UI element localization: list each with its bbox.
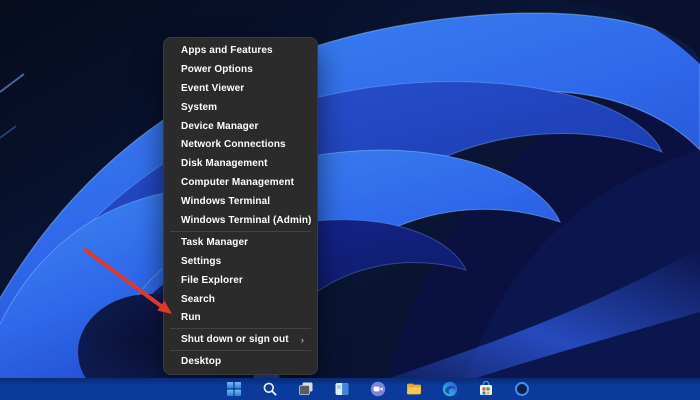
wallpaper-bloom — [0, 0, 700, 400]
widgets-icon[interactable] — [334, 381, 350, 397]
taskbar — [0, 378, 700, 400]
ring-app-icon[interactable] — [514, 381, 530, 397]
menu-item-file-explorer[interactable]: File Explorer — [164, 271, 317, 290]
menu-item-search[interactable]: Search — [164, 290, 317, 309]
menu-item-desktop[interactable]: Desktop — [164, 352, 317, 371]
search-icon[interactable] — [262, 381, 278, 397]
menu-separator — [170, 350, 311, 351]
menu-item-device-manager[interactable]: Device Manager — [164, 117, 317, 136]
submenu-chevron-icon: › — [301, 335, 304, 345]
menu-item-shut-down-or-sign-out[interactable]: Shut down or sign out › — [164, 330, 317, 349]
edge-icon[interactable] — [442, 381, 458, 397]
menu-item-event-viewer[interactable]: Event Viewer — [164, 79, 317, 98]
menu-item-run[interactable]: Run — [164, 308, 317, 327]
menu-item-apps-and-features[interactable]: Apps and Features — [164, 41, 317, 60]
menu-item-power-options[interactable]: Power Options — [164, 60, 317, 79]
menu-item-network-connections[interactable]: Network Connections — [164, 135, 317, 154]
menu-item-windows-terminal[interactable]: Windows Terminal — [164, 192, 317, 211]
desktop: Apps and Features Power Options Event Vi… — [0, 0, 700, 400]
menu-item-computer-management[interactable]: Computer Management — [164, 173, 317, 192]
menu-separator — [170, 231, 311, 232]
start-icon[interactable] — [226, 381, 242, 397]
menu-item-settings[interactable]: Settings — [164, 252, 317, 271]
file-explorer-icon[interactable] — [406, 381, 422, 397]
chat-icon[interactable] — [370, 381, 386, 397]
taskbar-icons — [226, 381, 530, 397]
store-icon[interactable] — [478, 381, 494, 397]
task-view-icon[interactable] — [298, 381, 314, 397]
menu-item-disk-management[interactable]: Disk Management — [164, 154, 317, 173]
menu-separator — [170, 328, 311, 329]
menu-item-windows-terminal-admin[interactable]: Windows Terminal (Admin) — [164, 211, 317, 230]
menu-item-task-manager[interactable]: Task Manager — [164, 233, 317, 252]
winx-context-menu: Apps and Features Power Options Event Vi… — [163, 37, 318, 375]
menu-item-label: Shut down or sign out — [181, 334, 289, 345]
menu-item-system[interactable]: System — [164, 98, 317, 117]
